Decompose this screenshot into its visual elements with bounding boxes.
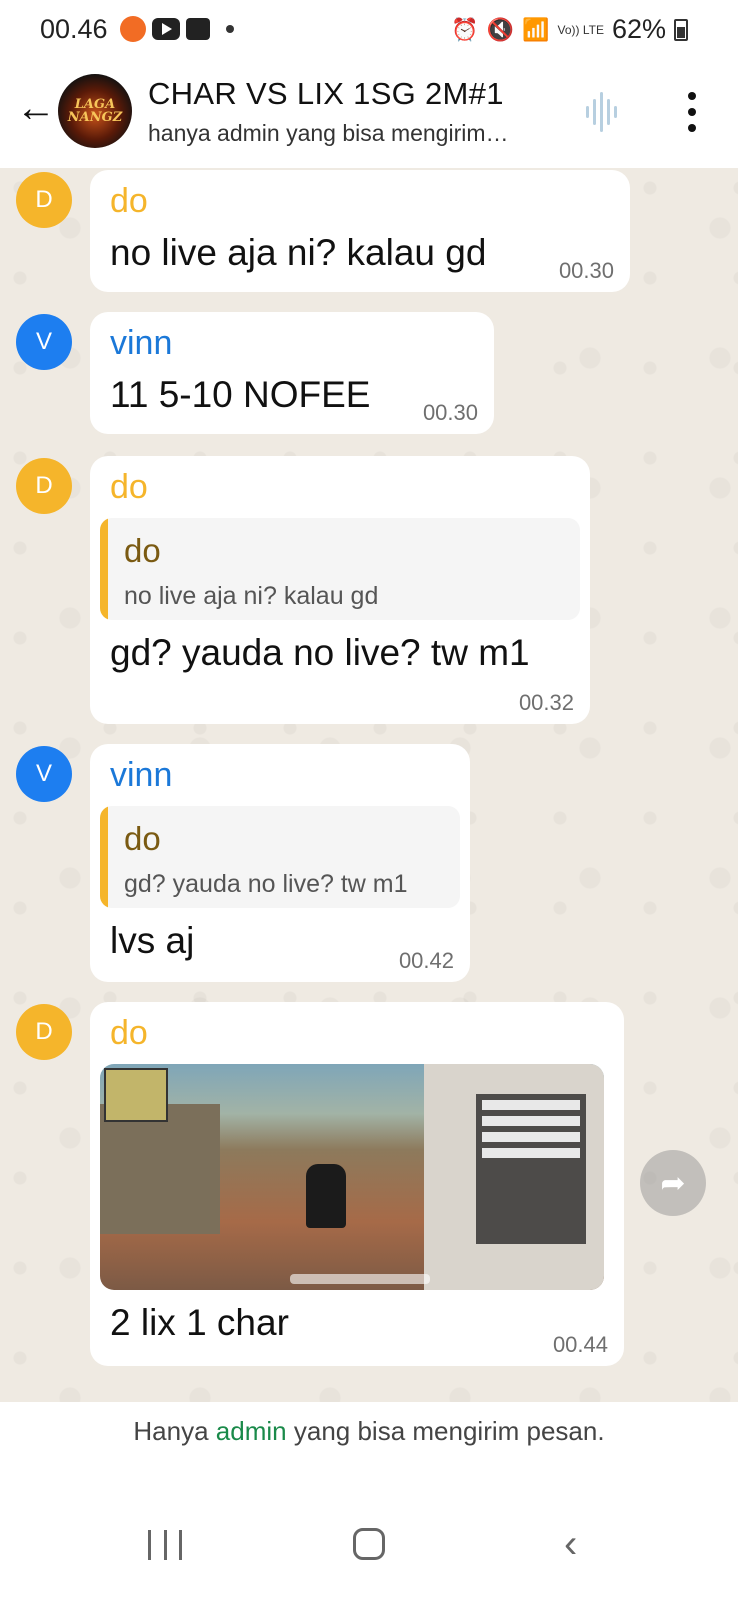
alarm-icon: ⏰ [451, 16, 479, 42]
message-text: gd? yauda no live? tw m1 [110, 632, 530, 673]
sender-name[interactable]: do [110, 1014, 148, 1053]
quote-bar [100, 518, 108, 620]
status-right: ⏰ 🔇 📶 Vo)) LTE 62% [451, 14, 688, 45]
sender-name[interactable]: do [110, 468, 148, 507]
message-bubble[interactable]: do no live aja ni? kalau gd 00.30 [90, 170, 630, 292]
back-arrow-icon[interactable]: ← [16, 88, 56, 128]
notice-suffix: yang bisa mengirim pesan. [293, 1416, 605, 1446]
quote-sender: do [124, 820, 161, 857]
admin-link[interactable]: admin [216, 1416, 287, 1446]
quoted-message[interactable]: do no live aja ni? kalau gd [100, 518, 580, 620]
quote-bar [100, 806, 108, 908]
avatar[interactable]: D [16, 458, 72, 514]
volte-label: Vo)) LTE [557, 22, 604, 37]
nav-recents-icon[interactable] [148, 1530, 182, 1560]
message-time: 00.44 [552, 1332, 608, 1357]
notice-prefix: Hanya [133, 1416, 209, 1446]
quoted-message[interactable]: do gd? yauda no live? tw m1 [100, 806, 460, 908]
group-avatar[interactable]: LAGA NANGZ [58, 74, 132, 148]
quote-sender: do [124, 532, 161, 569]
message-time: 00.30 [558, 258, 614, 283]
message-text: 11 5-10 NOFEE [110, 374, 371, 415]
sender-name[interactable]: vinn [110, 324, 172, 363]
game-screenshot-image[interactable] [100, 1064, 604, 1290]
sender-name[interactable]: vinn [110, 756, 172, 795]
wifi-icon: 📶 [522, 16, 550, 42]
app-notification-icon [120, 16, 146, 42]
avatar[interactable]: D [16, 1004, 72, 1060]
nav-home-icon[interactable] [353, 1528, 385, 1560]
message-time: 00.32 [518, 690, 574, 715]
voice-chat-icon[interactable] [586, 90, 626, 134]
message-text: no live aja ni? kalau gd [110, 232, 487, 273]
more-menu-icon[interactable] [684, 92, 700, 132]
gallery-icon [186, 18, 210, 40]
quote-text: no live aja ni? kalau gd [124, 582, 379, 610]
message-bubble[interactable]: do 2 lix 1 char 00.44 [90, 1002, 624, 1366]
battery-icon [674, 18, 688, 41]
message-time: 00.42 [398, 948, 454, 973]
forward-icon[interactable]: ➦ [640, 1150, 706, 1216]
chat-header: ← LAGA NANGZ CHAR VS LIX 1SG 2M#1 hanya a… [0, 62, 738, 168]
avatar[interactable]: V [16, 314, 72, 370]
avatar-text-2: NANGZ [67, 110, 123, 125]
message-text: 2 lix 1 char [110, 1302, 289, 1343]
message-bubble[interactable]: do do no live aja ni? kalau gd gd? yauda… [90, 456, 590, 724]
group-name[interactable]: CHAR VS LIX 1SG 2M#1 [148, 76, 504, 112]
sender-name[interactable]: do [110, 182, 148, 221]
admin-only-notice: Hanya admin yang bisa mengirim pesan. [0, 1402, 738, 1490]
nav-back-icon[interactable]: ‹ [564, 1522, 577, 1567]
chat-area[interactable]: D do no live aja ni? kalau gd 00.30 V vi… [0, 168, 738, 1402]
mute-icon: 🔇 [486, 16, 515, 42]
system-nav-bar: ‹ [0, 1490, 738, 1600]
message-bubble[interactable]: vinn 11 5-10 NOFEE 00.30 [90, 312, 494, 434]
group-subtitle[interactable]: hanya admin yang bisa mengirim… [148, 120, 509, 147]
avatar[interactable]: V [16, 746, 72, 802]
status-bar: 00.46 ⏰ 🔇 📶 Vo)) LTE 62% [0, 0, 738, 62]
status-time: 00.46 [40, 14, 108, 44]
notification-icons [120, 16, 234, 42]
message-time: 00.30 [422, 400, 478, 425]
battery-percent: 62% [611, 14, 666, 44]
quote-text: gd? yauda no live? tw m1 [124, 870, 408, 898]
message-bubble[interactable]: vinn do gd? yauda no live? tw m1 lvs aj … [90, 744, 470, 982]
avatar[interactable]: D [16, 172, 72, 228]
youtube-icon [152, 18, 180, 40]
message-text: lvs aj [110, 920, 195, 961]
more-notifications-dot-icon [226, 25, 234, 33]
